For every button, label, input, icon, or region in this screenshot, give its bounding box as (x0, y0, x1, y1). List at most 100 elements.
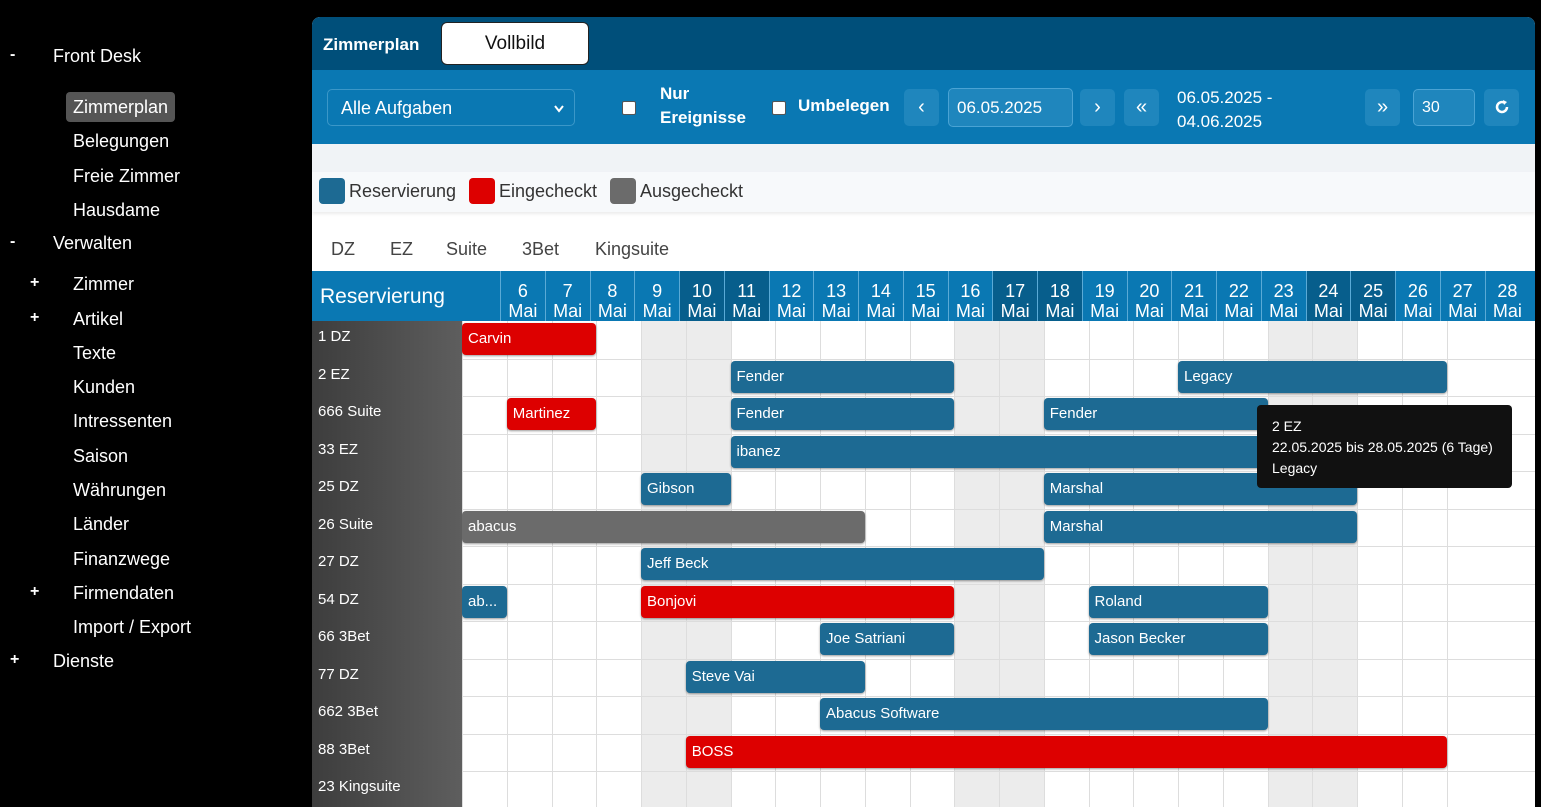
sidebar-section-front-desk[interactable]: Front Desk (53, 45, 141, 67)
sidebar-section-dienste[interactable]: Dienste (53, 650, 114, 672)
day-header: 24 Mai (1305, 271, 1351, 321)
next-day-button[interactable]: › (1080, 89, 1115, 126)
chevron-down-icon (552, 90, 566, 141)
booking-bar[interactable]: Jeff Beck (641, 548, 1044, 580)
filter-kingsuite[interactable]: Kingsuite (595, 239, 669, 260)
section-toggle-icon[interactable]: - (10, 233, 15, 251)
day-month: Mai (732, 301, 762, 321)
booking-bar[interactable]: Gibson (641, 473, 731, 505)
rebook-checkbox[interactable] (772, 101, 786, 115)
sidebar-item-hausdame[interactable]: Hausdame (73, 199, 160, 221)
booking-bar[interactable]: Joe Satriani (820, 623, 955, 655)
sidebar-section-verwalten[interactable]: Verwalten (53, 232, 132, 254)
grid-header: Reservierung 6 Mai 7 Mai 8 Mai 9 Mai 10 Mai 11 Mai 1… (312, 271, 1535, 321)
booking-bar[interactable]: Fender (1043, 398, 1268, 430)
refresh-button[interactable] (1484, 89, 1519, 126)
booking-bar[interactable]: Roland (1088, 585, 1268, 618)
filter-3bet[interactable]: 3Bet (522, 239, 559, 260)
booking-bar[interactable]: Legacy (1178, 360, 1447, 393)
sidebar-item-kunden[interactable]: Kunden (73, 376, 135, 398)
day-header: 26 Mai (1395, 271, 1440, 321)
fullscreen-button[interactable]: Vollbild (441, 22, 589, 65)
expand-icon[interactable]: + (30, 309, 39, 327)
booking-bar[interactable]: ab... (462, 585, 507, 618)
day-month: Mai (1313, 301, 1343, 321)
day-header: 27 Mai (1439, 271, 1485, 321)
day-month: Mai (1090, 301, 1120, 321)
room-label: 88 3Bet (318, 740, 370, 758)
booking-bar[interactable]: Marshal (1043, 510, 1357, 543)
sidebar-item-zimmerplan[interactable]: Zimmerplan (66, 92, 176, 122)
day-header: 22 Mai (1216, 271, 1261, 321)
day-header: 15 Mai (902, 271, 948, 321)
booking-bar[interactable]: Fender (730, 360, 955, 393)
sidebar-item-import-export[interactable]: Import / Export (73, 616, 191, 638)
booking-bar[interactable]: Bonjovi (641, 585, 955, 618)
day-header: 18 Mai (1037, 271, 1082, 321)
day-header: 11 Mai (723, 271, 769, 321)
only-events-checkbox[interactable] (622, 101, 636, 115)
room-type-filters: DZ EZ Suite 3Bet Kingsuite (312, 225, 1535, 273)
day-header: 12 Mai (768, 271, 814, 321)
day-month: Mai (687, 301, 717, 321)
grid-body: Carvin Fender Legacy Martinez Fender Fender ib… (462, 321, 1535, 807)
prev-day-button[interactable]: ‹ (904, 89, 939, 126)
day-number: 14 (870, 281, 891, 301)
rebook-label: Umbelegen (798, 96, 890, 115)
sidebar-item-firmendaten[interactable]: Firmendaten (73, 582, 174, 604)
filter-ez[interactable]: EZ (390, 239, 413, 260)
expand-icon[interactable]: + (30, 274, 39, 292)
booking-bar[interactable]: Jason Becker (1088, 623, 1268, 655)
day-header: 6 Mai (500, 271, 545, 321)
legend-ausgecheckt: Ausgecheckt (610, 178, 750, 204)
prev-range-button[interactable]: « (1124, 89, 1159, 126)
booking-bar[interactable]: abacus (462, 510, 865, 543)
sidebar-item-zimmer[interactable]: Zimmer (73, 273, 134, 295)
date-range-display: 06.05.2025 - 04.06.2025 (1177, 86, 1272, 134)
days-count-input[interactable]: 30 (1413, 89, 1475, 126)
booking-bar[interactable]: ibanez (730, 435, 1268, 468)
sidebar-item-w-hrungen[interactable]: Währungen (73, 479, 166, 501)
room-label: 1 DZ (318, 328, 351, 345)
sidebar-item-artikel[interactable]: Artikel (73, 308, 123, 330)
booking-bar[interactable]: Steve Vai (685, 660, 865, 693)
section-toggle-icon[interactable]: + (10, 651, 19, 669)
sidebar-item-belegungen[interactable]: Belegungen (73, 130, 169, 152)
sidebar-item-intressenten[interactable]: Intressenten (73, 410, 172, 432)
room-column: 1 DZ 2 EZ 666 Suite 33 EZ 25 DZ 26 Suite 27 DZ… (312, 321, 462, 807)
legend-swatch (610, 178, 636, 204)
only-events-label: Nur Ereignisse (660, 84, 746, 127)
task-select[interactable]: Alle Aufgaben (327, 89, 575, 126)
booking-bar[interactable]: BOSS (685, 735, 1447, 768)
filter-suite[interactable]: Suite (446, 239, 487, 260)
toolbar-spacer (312, 144, 1535, 172)
day-number: 19 (1094, 281, 1115, 301)
day-number: 13 (826, 281, 847, 301)
sidebar-item-freie-zimmer[interactable]: Freie Zimmer (73, 165, 180, 187)
start-date-input[interactable]: 06.05.2025 (948, 88, 1073, 127)
sidebar-item-texte[interactable]: Texte (73, 342, 116, 364)
day-month: Mai (553, 301, 583, 321)
booking-bar[interactable]: Martinez (506, 398, 597, 430)
booking-bar[interactable]: Fender (730, 398, 955, 430)
room-label: 25 DZ (318, 478, 359, 495)
tooltip-room: 2 EZ (1272, 418, 1302, 434)
expand-icon[interactable]: + (30, 583, 39, 601)
sidebar: - Front Desk Zimmerplan Belegungen Freie Zim… (0, 0, 300, 807)
next-range-button[interactable]: » (1365, 89, 1400, 126)
row-divider (462, 358, 1535, 360)
row-divider (462, 621, 1535, 622)
day-header: 9 Mai (634, 271, 679, 321)
booking-bar[interactable]: Abacus Software (820, 698, 1268, 730)
booking-bar[interactable]: Carvin (462, 323, 597, 355)
section-toggle-icon[interactable]: - (10, 46, 15, 64)
filter-dz[interactable]: DZ (331, 239, 355, 260)
room-label: 54 DZ (318, 590, 359, 608)
day-number: 20 (1139, 281, 1160, 301)
day-number: 27 (1452, 281, 1473, 301)
day-header: 19 Mai (1081, 271, 1127, 321)
room-label: 23 Kingsuite (318, 778, 401, 795)
sidebar-item-l-nder[interactable]: Länder (73, 513, 129, 535)
sidebar-item-finanzwege[interactable]: Finanzwege (73, 548, 170, 570)
sidebar-item-saison[interactable]: Saison (73, 445, 128, 467)
